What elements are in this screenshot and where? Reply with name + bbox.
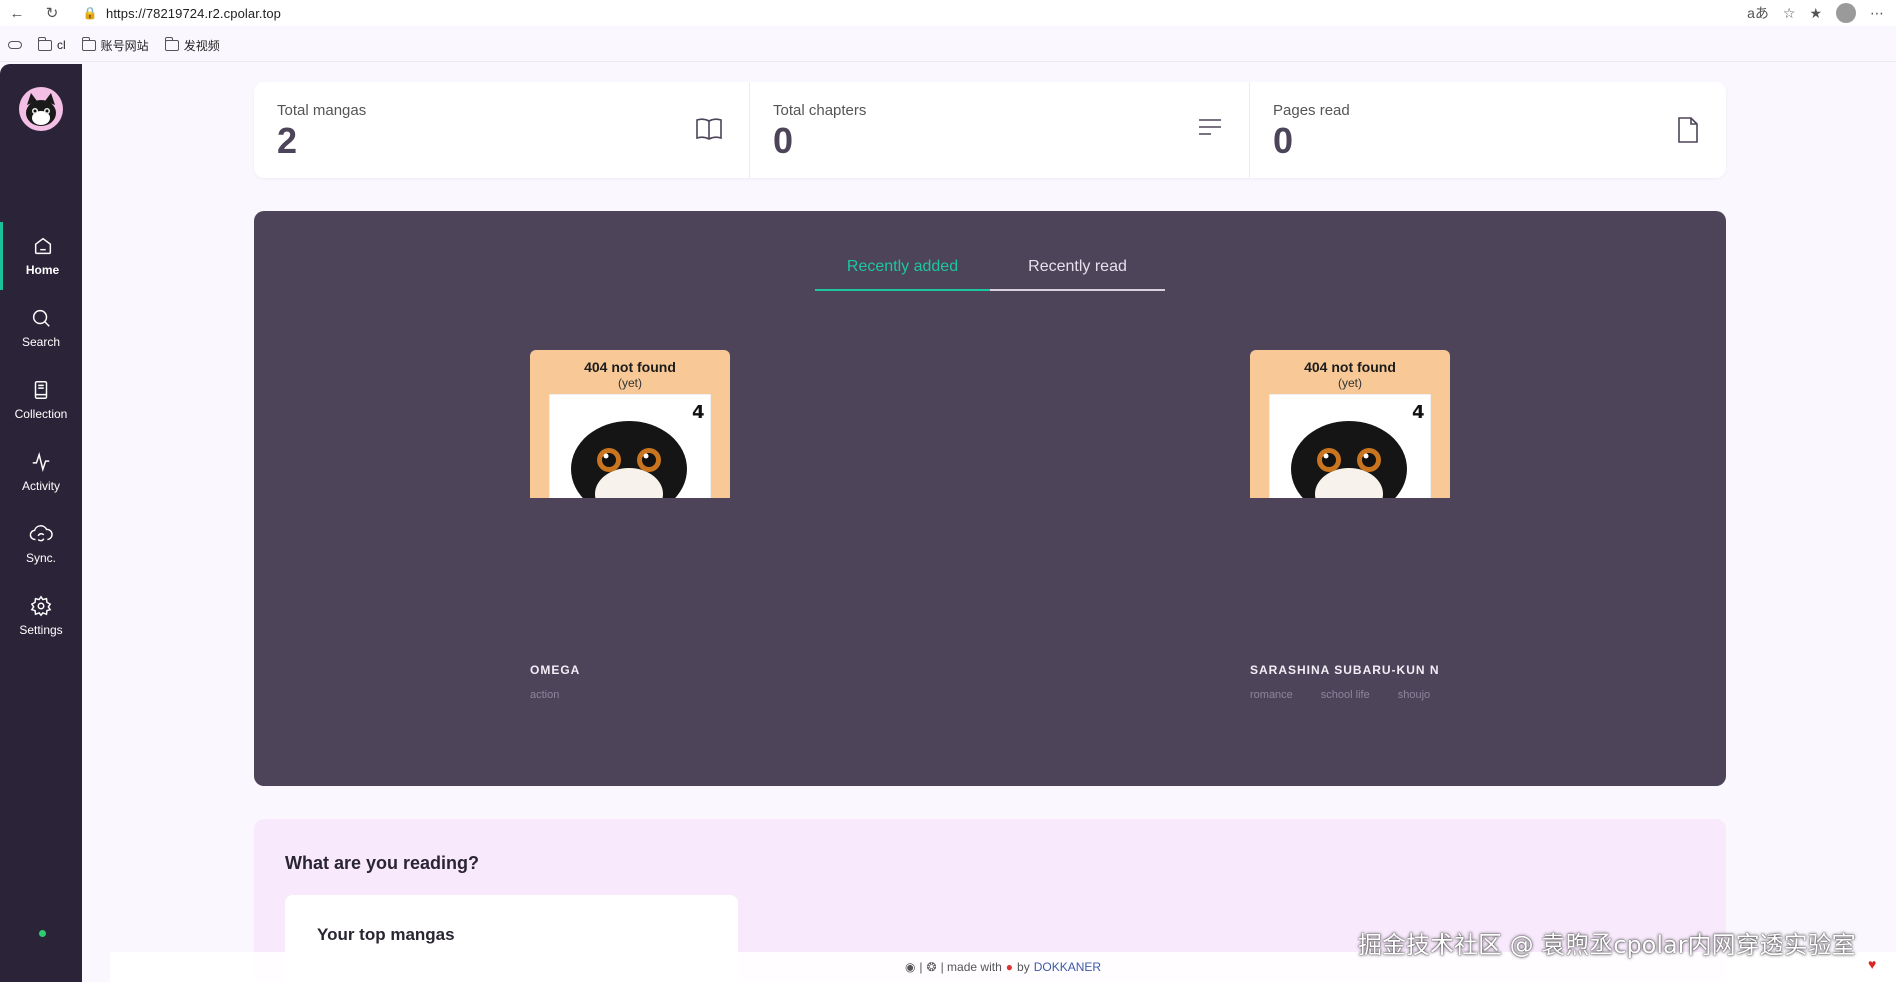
cover-subtitle: (yet) xyxy=(1338,376,1362,390)
svg-text:4: 4 xyxy=(1412,402,1425,423)
stat-pages-read: Pages read 0 xyxy=(1249,82,1726,178)
search-icon xyxy=(32,309,50,327)
cloud-sync-icon xyxy=(29,525,53,542)
footer-separator: | xyxy=(919,960,923,974)
sidebar-item-collection[interactable]: Collection xyxy=(0,366,82,434)
cover-subtitle: (yet) xyxy=(618,376,642,390)
manga-tag: shoujo xyxy=(1397,689,1431,701)
manga-card[interactable]: 404 not found (yet) 4 SARASHINA SUBARU-K… xyxy=(1250,350,1450,701)
manga-title[interactable]: OMEGA xyxy=(530,663,730,677)
footer-text: | made with xyxy=(940,960,1002,974)
sidebar-item-settings[interactable]: Settings xyxy=(0,582,82,650)
bookmark-folder[interactable]: cl xyxy=(38,36,66,52)
sidebar-item-home[interactable]: Home xyxy=(0,222,82,290)
tab-recently-read[interactable]: Recently read xyxy=(990,255,1165,289)
star-icon[interactable]: ☆ xyxy=(1783,5,1796,22)
sidebar-item-label: Search xyxy=(21,335,61,349)
manga-tag: romance xyxy=(1250,689,1293,701)
book-icon xyxy=(34,381,48,399)
manga-tags: romance school life shoujo xyxy=(1250,689,1450,701)
folder-icon xyxy=(81,36,96,51)
refresh-icon[interactable]: ↻ xyxy=(41,2,63,24)
more-menu-icon[interactable]: ⋯ xyxy=(1870,5,1884,22)
cat-illustration-icon: 4 xyxy=(1269,394,1431,498)
manga-cover[interactable]: 404 not found (yet) 4 xyxy=(530,350,730,498)
bookmark-folder[interactable]: 账号网站 xyxy=(81,36,149,54)
community-icon[interactable]: ❂ xyxy=(927,960,937,974)
sidebar: Home Search Collection Activity Sync. Se… xyxy=(0,64,82,982)
home-icon xyxy=(34,237,51,255)
bookmark-label: cl xyxy=(57,38,66,52)
favorites-icon[interactable]: ★ xyxy=(1809,5,1822,22)
paw-icon: ● xyxy=(1005,960,1014,974)
manga-tags: action xyxy=(530,689,730,701)
profile-avatar-icon[interactable] xyxy=(1836,3,1856,23)
sidebar-item-label: Activity xyxy=(21,479,60,493)
back-arrow-icon[interactable]: ← xyxy=(6,2,28,24)
gear-icon xyxy=(30,595,52,617)
stat-value: 0 xyxy=(773,120,794,161)
recent-tabs: Recently added Recently read xyxy=(815,255,1165,291)
open-book-icon xyxy=(695,116,723,147)
stats-card: Total mangas 2 Total chapters 0 Pages re… xyxy=(254,82,1726,178)
sidebar-item-sync[interactable]: Sync. xyxy=(0,510,82,578)
sidebar-item-search[interactable]: Search xyxy=(0,294,82,362)
manga-title[interactable]: SARASHINA SUBARU-KUN N xyxy=(1250,663,1450,677)
manga-cover[interactable]: 404 not found (yet) 4 xyxy=(1250,350,1450,498)
cover-title: 404 not found xyxy=(584,359,676,375)
manga-card[interactable]: 404 not found (yet) 4 OMEGA action xyxy=(530,350,730,701)
cover-title: 404 not found xyxy=(1304,359,1396,375)
sidebar-item-label: Home xyxy=(25,263,60,277)
file-icon xyxy=(1676,116,1700,149)
sidebar-item-label: Sync. xyxy=(25,551,56,565)
github-icon[interactable]: ◉ xyxy=(905,960,915,974)
tab-recently-added[interactable]: Recently added xyxy=(815,255,990,291)
activity-icon xyxy=(32,452,50,472)
browser-toolbar: ← ↻ 🔒 https://78219724.r2.cpolar.top aあ … xyxy=(0,0,1896,26)
stat-total-mangas: Total mangas 2 xyxy=(254,82,749,178)
lock-icon[interactable]: 🔒 xyxy=(78,6,102,20)
manga-tag: school life xyxy=(1320,689,1370,701)
cat-illustration-icon: 4 xyxy=(549,394,711,498)
stat-label: Total chapters xyxy=(773,102,867,119)
read-aloud-icon[interactable]: aあ xyxy=(1747,3,1769,23)
bookmarks-bar: cl 账号网站 发视频 xyxy=(0,34,220,56)
sidebar-item-label: Collection xyxy=(14,407,68,421)
heart-icon: ♥ xyxy=(1868,956,1877,972)
app-logo[interactable] xyxy=(19,87,63,131)
stat-label: Pages read xyxy=(1273,102,1350,119)
stat-value: 0 xyxy=(1273,120,1294,161)
svg-text:4: 4 xyxy=(692,402,705,423)
footer-by: by xyxy=(1017,960,1030,974)
author-link[interactable]: DOKKANER xyxy=(1034,960,1101,974)
connection-status-dot xyxy=(39,930,46,937)
address-bar[interactable]: 🔒 https://78219724.r2.cpolar.top xyxy=(78,1,1758,25)
manga-tag: action xyxy=(530,689,560,701)
bookmark-label: 发视频 xyxy=(183,38,220,53)
sidebar-item-label: Settings xyxy=(19,623,63,637)
recent-panel: Recently added Recently read 404 not fou… xyxy=(254,211,1726,786)
folder-icon xyxy=(38,36,52,51)
sidebar-item-activity[interactable]: Activity xyxy=(0,438,82,506)
stat-total-chapters: Total chapters 0 xyxy=(749,82,1249,178)
watermark-text: 掘金技术社区 @ 袁煦丞cpolar内网穿透实验室 xyxy=(1358,931,1856,959)
browser-actions: aあ ☆ ★ ⋯ xyxy=(1747,2,1896,24)
lines-icon xyxy=(1197,116,1223,143)
url-text[interactable]: https://78219724.r2.cpolar.top xyxy=(106,6,281,21)
chrome-divider xyxy=(0,61,1896,62)
stat-value: 2 xyxy=(277,120,298,161)
folder-icon xyxy=(164,36,179,51)
section-title: What are you reading? xyxy=(285,853,480,873)
card-title: Your top mangas xyxy=(317,925,455,944)
collections-icon[interactable] xyxy=(8,41,22,49)
stat-label: Total mangas xyxy=(277,102,367,119)
bookmark-folder[interactable]: 发视频 xyxy=(164,36,220,54)
bookmark-label: 账号网站 xyxy=(100,38,149,53)
